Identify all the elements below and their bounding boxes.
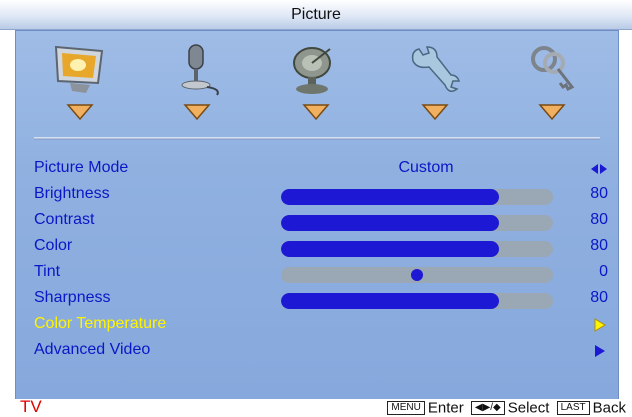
row-contrast[interactable]: Contrast 80 (16, 209, 618, 235)
menu-key-action: Enter (427, 399, 464, 417)
sharpness-label: Sharpness (34, 289, 111, 306)
sharpness-value: 80 (590, 289, 608, 306)
row-color[interactable]: Color 80 (16, 235, 618, 261)
color-slider[interactable] (281, 241, 553, 257)
divider (34, 137, 600, 140)
microphone-icon (181, 44, 219, 96)
row-color-temperature[interactable]: Color Temperature (16, 313, 618, 339)
category-setup[interactable] (395, 41, 475, 121)
tv-osd: Picture Picture Mode Custom Brightness 8… (0, 0, 632, 417)
selector-triangle-icon (538, 104, 566, 121)
monitor-icon (54, 45, 104, 93)
tint-slider[interactable] (281, 267, 553, 283)
contrast-slider[interactable] (281, 215, 553, 231)
picture-mode-label: Picture Mode (34, 159, 129, 176)
submenu-arrow-icon[interactable] (590, 317, 608, 333)
color-label: Color (34, 237, 73, 254)
select-key: ◀▶/◆ (470, 401, 505, 416)
category-channel[interactable] (276, 41, 356, 121)
key-help: MENU Enter ◀▶/◆ Select LAST Back (384, 399, 626, 417)
row-sharpness[interactable]: Sharpness 80 (16, 287, 618, 313)
selector-triangle-icon (66, 104, 94, 121)
selector-triangle-icon (421, 104, 449, 121)
category-lock[interactable] (512, 41, 592, 121)
category-picture[interactable] (40, 41, 120, 121)
footer-bar: TV MENU Enter ◀▶/◆ Select LAST Back (0, 397, 632, 417)
menu-key: MENU (387, 401, 425, 416)
menu-panel: Picture Mode Custom Brightness 80 Contra… (15, 30, 619, 401)
row-brightness[interactable]: Brightness 80 (16, 183, 618, 209)
row-tint[interactable]: Tint 0 (16, 261, 618, 287)
submenu-arrow-icon[interactable] (590, 343, 608, 359)
select-key-action: Select (507, 399, 550, 417)
sharpness-slider[interactable] (281, 293, 553, 309)
brightness-label: Brightness (34, 185, 110, 202)
brightness-value: 80 (590, 185, 608, 202)
selector-triangle-icon (302, 104, 330, 121)
category-icons (16, 41, 618, 121)
row-advanced-video[interactable]: Advanced Video (16, 339, 618, 365)
contrast-value: 80 (590, 211, 608, 228)
row-picture-mode[interactable]: Picture Mode Custom (16, 157, 618, 183)
category-audio[interactable] (157, 41, 237, 121)
color-temperature-label: Color Temperature (34, 315, 167, 332)
selector-triangle-icon (183, 104, 211, 121)
source-label: TV (20, 397, 42, 416)
color-value: 80 (590, 237, 608, 254)
menu-title: Picture (291, 6, 341, 23)
satellite-dish-icon (293, 47, 331, 94)
contrast-label: Contrast (34, 211, 95, 228)
picture-mode-value: Custom (398, 159, 454, 176)
title-bar: Picture (0, 0, 632, 30)
advanced-video-label: Advanced Video (34, 341, 151, 358)
keys-icon (531, 46, 575, 92)
wrench-icon (411, 46, 461, 92)
left-right-arrow-icon[interactable] (590, 161, 608, 177)
brightness-slider[interactable] (281, 189, 553, 205)
tint-label: Tint (34, 263, 61, 280)
last-key-action: Back (592, 399, 626, 417)
last-key: LAST (556, 401, 590, 416)
tint-value: 0 (599, 263, 608, 280)
